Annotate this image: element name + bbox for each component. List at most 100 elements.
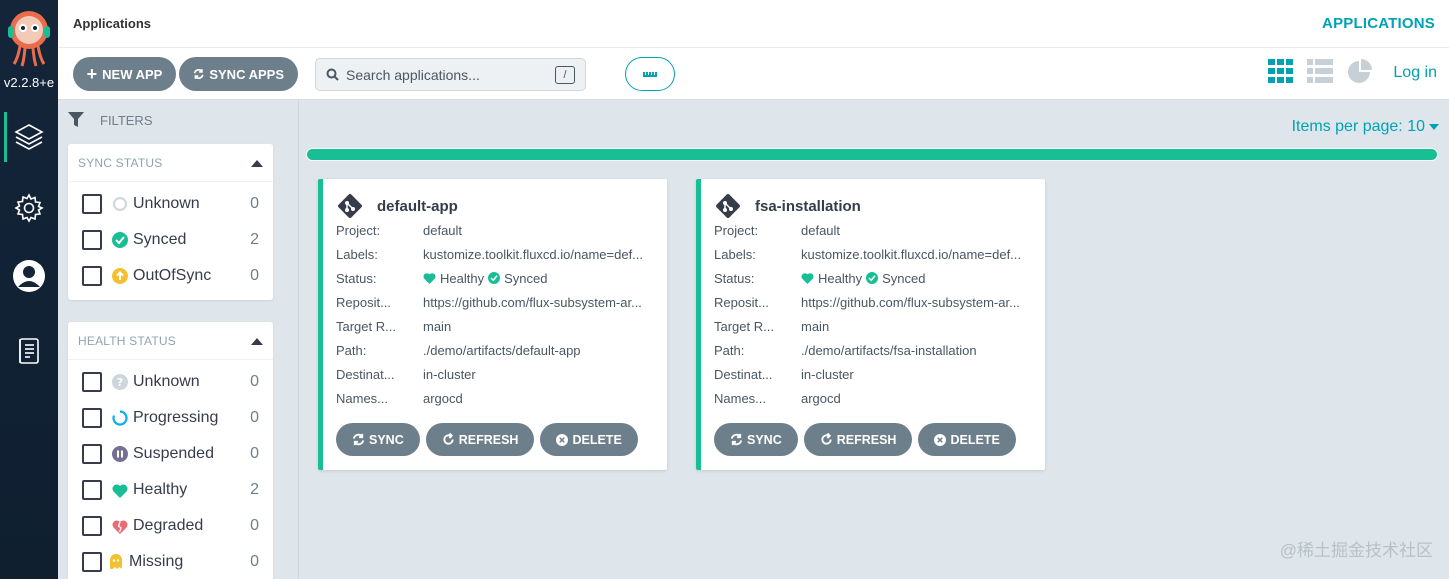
app-name[interactable]: default-app bbox=[377, 198, 458, 215]
new-app-button[interactable]: + NEW APP bbox=[73, 57, 176, 91]
heart-broken-icon bbox=[112, 518, 128, 534]
filter-health-suspended[interactable]: Suspended 0 bbox=[68, 436, 273, 472]
filter-health-degraded[interactable]: Degraded 0 bbox=[68, 508, 273, 544]
row-labels: Labels: kustomize.toolkit.fluxcd.io/name=… bbox=[336, 246, 644, 262]
ghost-icon bbox=[108, 554, 124, 570]
git-icon bbox=[338, 194, 362, 218]
filter-sync-synced[interactable]: Synced 2 bbox=[68, 222, 273, 258]
times-circle-icon bbox=[556, 433, 569, 446]
app-details: Project: default Labels: kustomize.toolkit… bbox=[714, 218, 1034, 410]
sync-icon bbox=[352, 433, 365, 446]
row-namespace: Names... argocd bbox=[714, 390, 841, 406]
nav-user-info[interactable] bbox=[0, 249, 58, 303]
filter-health-unknown[interactable]: ? Unknown 0 bbox=[68, 364, 273, 400]
search-box: / bbox=[315, 58, 586, 91]
checkbox[interactable] bbox=[82, 266, 102, 286]
sync-apps-button[interactable]: SYNC APPS bbox=[179, 57, 298, 91]
checkbox[interactable] bbox=[82, 408, 102, 428]
filter-health-progressing[interactable]: Progressing 0 bbox=[68, 400, 273, 436]
filters-header: FILTERS bbox=[68, 112, 153, 128]
filter-sync-outofsync[interactable]: OutOfSync 0 bbox=[68, 258, 273, 294]
sync-button[interactable]: SYNC bbox=[714, 423, 798, 456]
times-circle-icon bbox=[934, 433, 947, 446]
app-name[interactable]: fsa-installation bbox=[755, 198, 861, 215]
filter-health-healthy[interactable]: Healthy 2 bbox=[68, 472, 273, 508]
pause-circle-icon bbox=[112, 446, 128, 462]
applications-content: Items per page: 10 default-app Project: d… bbox=[300, 100, 1449, 579]
row-status: Status: Healthy Synced bbox=[714, 270, 926, 286]
checkbox[interactable] bbox=[82, 194, 102, 214]
filters-panel: FILTERS SYNC STATUS Unknown 0 Synced 2 O… bbox=[58, 100, 299, 579]
view-switcher bbox=[1268, 59, 1373, 85]
refresh-icon bbox=[443, 433, 454, 445]
checkbox[interactable] bbox=[82, 372, 102, 392]
tiles-view-icon[interactable] bbox=[1268, 59, 1293, 83]
login-link[interactable]: Log in bbox=[1393, 64, 1437, 82]
sync-button[interactable]: SYNC bbox=[336, 423, 420, 456]
search-input[interactable] bbox=[346, 65, 546, 85]
checkbox[interactable] bbox=[82, 552, 102, 572]
heart-icon bbox=[423, 273, 436, 284]
row-target-revision: Target R... main bbox=[336, 318, 452, 334]
refresh-button[interactable]: REFRESH bbox=[425, 423, 535, 456]
application-card[interactable]: default-app Project: default Labels: kusto… bbox=[318, 179, 667, 470]
card-header: default-app bbox=[337, 193, 458, 219]
sync-status-filter: SYNC STATUS Unknown 0 Synced 2 OutOfSync… bbox=[68, 144, 273, 300]
nav-settings[interactable] bbox=[0, 181, 58, 235]
sync-icon bbox=[730, 433, 743, 446]
health-status-filter: HEALTH STATUS ? Unknown 0 Progressing 0 … bbox=[68, 322, 273, 579]
top-bar: Applications APPLICATIONS bbox=[58, 0, 1449, 48]
user-icon bbox=[13, 260, 45, 292]
items-per-page-selector[interactable]: Items per page: 10 bbox=[1292, 118, 1439, 136]
side-nav: v2.2.8+e bbox=[0, 0, 58, 579]
row-path: Path: ./demo/artifacts/fsa-installation bbox=[714, 342, 977, 358]
pie-chart-view-icon[interactable] bbox=[1347, 59, 1373, 85]
spinner-icon bbox=[112, 410, 128, 426]
docs-icon bbox=[19, 338, 39, 364]
arrow-up-circle-icon bbox=[112, 268, 128, 284]
gear-icon bbox=[14, 193, 44, 223]
delete-button[interactable]: DELETE bbox=[918, 423, 1016, 456]
health-progress-bar bbox=[306, 148, 1438, 161]
argo-logo[interactable] bbox=[6, 8, 52, 68]
check-circle-icon bbox=[488, 272, 501, 284]
heart-icon bbox=[801, 273, 814, 284]
filter-toggle-button[interactable] bbox=[625, 57, 675, 91]
nav-applications[interactable] bbox=[0, 110, 58, 164]
row-repository: Reposit... https://github.com/flux-subsys… bbox=[714, 294, 1020, 310]
sync-icon bbox=[193, 69, 204, 79]
watermark: @稀土掘金技术社区 bbox=[1279, 541, 1433, 560]
refresh-button[interactable]: REFRESH bbox=[803, 423, 913, 456]
delete-button[interactable]: DELETE bbox=[540, 423, 638, 456]
breadcrumb-title: Applications bbox=[73, 16, 152, 31]
argocd-app: v2.2.8+e Applications APPLICATIONS + NEW… bbox=[0, 0, 1449, 579]
sync-status-header[interactable]: SYNC STATUS bbox=[68, 144, 273, 182]
filter-sync-unknown[interactable]: Unknown 0 bbox=[68, 186, 273, 222]
health-status-header[interactable]: HEALTH STATUS bbox=[68, 322, 273, 360]
card-actions: SYNC REFRESH DELETE bbox=[336, 423, 638, 456]
checkbox[interactable] bbox=[82, 516, 102, 536]
row-destination: Destinat... in-cluster bbox=[336, 366, 476, 382]
progress-fill-healthy bbox=[307, 149, 1437, 160]
filter-health-missing[interactable]: Missing 0 bbox=[68, 544, 273, 579]
version-label: v2.2.8+e bbox=[3, 75, 55, 90]
list-view-icon[interactable] bbox=[1307, 59, 1333, 83]
check-circle-icon bbox=[112, 232, 128, 248]
chevron-up-icon bbox=[251, 337, 263, 345]
plus-icon: + bbox=[86, 64, 98, 84]
row-destination: Destinat... in-cluster bbox=[714, 366, 854, 382]
application-card[interactable]: fsa-installation Project: default Labels:… bbox=[696, 179, 1045, 470]
toolbar: + NEW APP SYNC APPS / bbox=[58, 48, 1449, 100]
row-repository: Reposit... https://github.com/flux-subsys… bbox=[336, 294, 642, 310]
circle-notch-icon bbox=[112, 196, 128, 212]
search-shortcut-key: / bbox=[555, 66, 575, 84]
app-details: Project: default Labels: kustomize.toolkit… bbox=[336, 218, 656, 410]
page-title: APPLICATIONS bbox=[1322, 15, 1435, 32]
checkbox[interactable] bbox=[82, 480, 102, 500]
search-icon bbox=[326, 68, 339, 81]
git-icon bbox=[716, 194, 740, 218]
checkbox[interactable] bbox=[82, 444, 102, 464]
nav-documentation[interactable] bbox=[0, 324, 58, 378]
card-header: fsa-installation bbox=[715, 193, 861, 219]
checkbox[interactable] bbox=[82, 230, 102, 250]
